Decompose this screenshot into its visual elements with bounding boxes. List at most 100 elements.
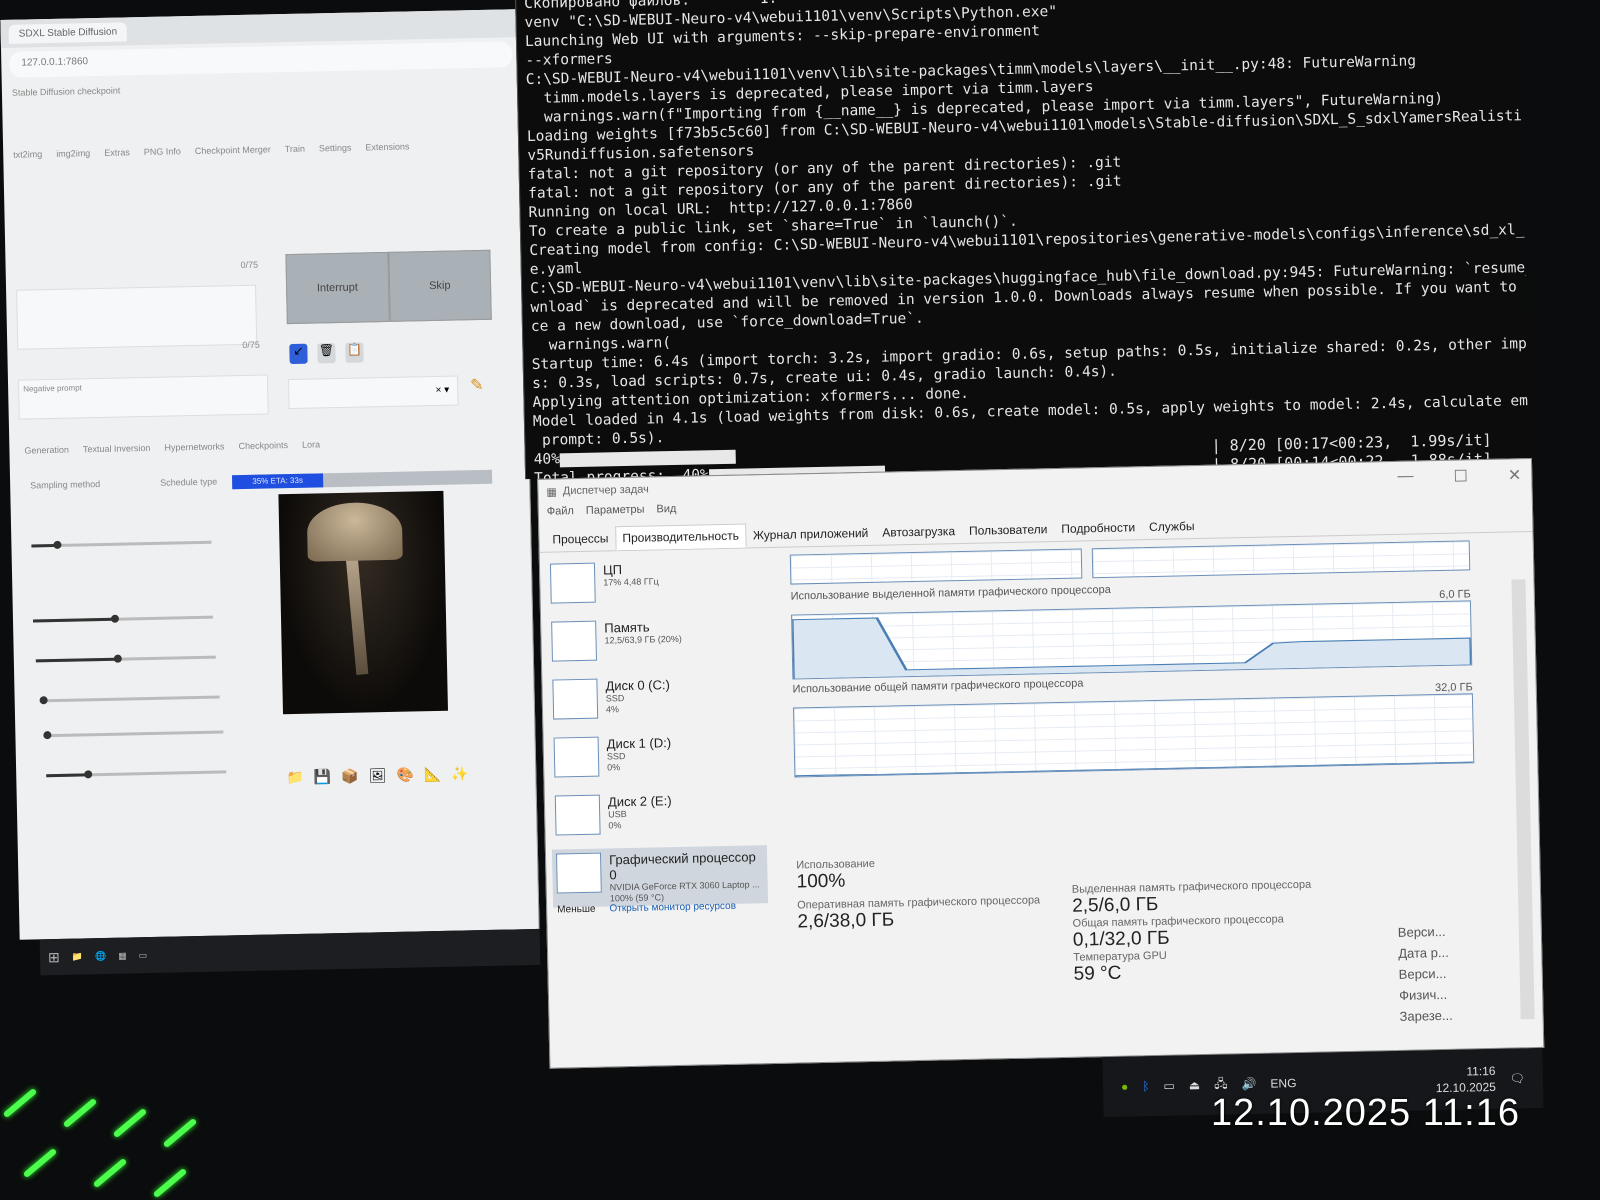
maximize-icon[interactable]: ☐: [1453, 466, 1468, 486]
perf-item-detail: 0%: [607, 762, 621, 773]
tab-hypernetworks[interactable]: Hypernetworks: [164, 441, 224, 452]
tab-performance[interactable]: Производительность: [615, 523, 747, 551]
menu-file[interactable]: Файл: [547, 505, 574, 518]
tab-details[interactable]: Подробности: [1054, 515, 1142, 541]
perf-item-detail: 12,5/63,9 ГБ (20%): [604, 633, 682, 646]
image-icon[interactable]: 🖼: [368, 767, 386, 784]
tab-checkpoints[interactable]: Checkpoints: [238, 440, 288, 451]
mushroom-cap: [306, 501, 403, 562]
save-icon[interactable]: 💾: [314, 768, 332, 785]
sampler-label: Sampling method: [30, 479, 101, 491]
perf-item[interactable]: Диск 0 (C:) SSD 4%: [548, 671, 764, 733]
perf-thumbnail-graph: [554, 794, 601, 836]
mushroom-stem: [345, 554, 369, 675]
start-icon[interactable]: ⊞: [48, 948, 60, 965]
generation-progress-bar: 35% ETA: 33s: [232, 469, 493, 490]
engine-graph: [1091, 540, 1471, 579]
taskbar-app-browser[interactable]: 🌐: [95, 950, 106, 961]
monitor-screen: SDXL Stable Diffusion 127.0.0.1:7860 Sta…: [0, 0, 1554, 1140]
perf-item[interactable]: Диск 2 (E:) USB 0%: [551, 787, 767, 849]
perf-item-name: Диск 0 (C:): [605, 677, 671, 694]
tab-extensions[interactable]: Extensions: [365, 141, 409, 152]
volume-icon[interactable]: 🔊: [1241, 1077, 1256, 1091]
generate-controls: Interrupt Skip: [285, 249, 492, 325]
tab-processes[interactable]: Процессы: [545, 526, 616, 551]
menu-view[interactable]: Вид: [656, 503, 676, 515]
read-params-icon[interactable]: ↙: [289, 343, 308, 365]
dedicated-memory-line: [790, 617, 1473, 679]
tab-services[interactable]: Службы: [1142, 514, 1202, 539]
palette-icon[interactable]: 🎨: [396, 767, 414, 784]
perf-thumbnail-graph: [552, 678, 599, 720]
cfg-scale-slider[interactable]: [46, 770, 227, 779]
gpu-detail-panel: Использование выделенной памяти графичес…: [789, 540, 1480, 1054]
perf-item[interactable]: Графический процессор 0 NVIDIA GeForce RT…: [551, 845, 769, 908]
menu-options[interactable]: Параметры: [586, 504, 645, 517]
tab-png-info[interactable]: PNG Info: [144, 146, 181, 157]
checkpoint-label-text: Stable Diffusion checkpoint: [11, 85, 121, 98]
batch-size-slider[interactable]: [43, 730, 224, 740]
taskbar-app-taskmgr[interactable]: ▦: [118, 950, 127, 961]
keyboard-backlight: [0, 1080, 300, 1200]
vertical-scrollbar[interactable]: [1511, 579, 1535, 1020]
zip-icon[interactable]: 📦: [341, 768, 359, 785]
notifications-icon[interactable]: 🗨: [1510, 1071, 1526, 1085]
driver-version-label: Верси...: [1397, 923, 1446, 940]
reserved-memory-label: Зарезе...: [1399, 1007, 1453, 1024]
interrupt-button[interactable]: Interrupt: [285, 251, 390, 325]
height-slider[interactable]: [35, 654, 216, 663]
sparkle-icon[interactable]: ✨: [451, 765, 469, 782]
performance-sidebar: ЦП 17% 4,48 ГГц Память 12,5/63,9 ГБ (20%) Ди…: [546, 555, 770, 999]
perf-item[interactable]: ЦП 17% 4,48 ГГц: [546, 555, 762, 617]
perf-item-detail: 17% 4,48 ГГц: [603, 576, 659, 588]
task-manager-window: ▦ Диспетчер задач — ☐ ✕ Файл Параметры Вид …: [537, 458, 1545, 1069]
tab-train[interactable]: Train: [285, 144, 305, 154]
display-icon[interactable]: ▭: [1163, 1079, 1175, 1093]
taskbar-app-explorer[interactable]: 📁: [72, 951, 83, 962]
perf-item-name: Диск 2 (E:): [607, 793, 672, 810]
browser-tab[interactable]: SDXL Stable Diffusion: [8, 21, 128, 44]
tab-txt2img[interactable]: txt2img: [13, 149, 42, 160]
tab-checkpoint-merger[interactable]: Checkpoint Merger: [195, 144, 271, 156]
perf-item[interactable]: Диск 1 (D:) SSD 0%: [549, 729, 765, 791]
perf-item[interactable]: Память 12,5/63,9 ГБ (20%): [547, 613, 763, 675]
tab-generation[interactable]: Generation: [24, 445, 69, 456]
clipboard-icon[interactable]: 📋: [345, 342, 364, 363]
folder-icon[interactable]: 📁: [286, 769, 304, 786]
tab-settings[interactable]: Settings: [319, 143, 352, 154]
physical-location-label: Физич...: [1398, 986, 1448, 1003]
tab-startup[interactable]: Автозагрузка: [875, 519, 962, 545]
usb-icon[interactable]: ⏏: [1189, 1078, 1201, 1092]
tab-app-history[interactable]: Журнал приложений: [746, 521, 876, 548]
edit-pencil-icon[interactable]: ✎: [470, 375, 484, 395]
skip-button[interactable]: Skip: [387, 249, 492, 322]
gpu-memory-value: 2,6/38,0 ГБ: [797, 909, 895, 933]
prompt-input[interactable]: [16, 284, 258, 350]
bluetooth-icon[interactable]: ᛒ: [1142, 1079, 1149, 1093]
usage-value: 100%: [796, 870, 846, 893]
terminal-output: Скопировано файлов: 1. venv "C:\SD-WEBUI-…: [524, 0, 1530, 451]
ruler-icon[interactable]: 📐: [424, 766, 442, 783]
tab-extras[interactable]: Extras: [104, 147, 130, 158]
sampling-steps-slider[interactable]: [31, 540, 212, 549]
trash-icon[interactable]: 🗑: [317, 343, 336, 364]
tab-lora[interactable]: Lora: [302, 439, 320, 449]
sampler-row: Sampling method Schedule type: [20, 470, 228, 496]
negative-prompt-input[interactable]: Negative prompt: [17, 374, 269, 420]
gpu-temp-value: 59 °C: [1073, 962, 1122, 985]
tab-img2img[interactable]: img2img: [56, 148, 90, 159]
language-indicator[interactable]: ENG: [1270, 1076, 1296, 1091]
nvidia-icon: ●: [1120, 1079, 1129, 1094]
styles-dropdown[interactable]: × ▾: [288, 375, 459, 410]
taskbar-app-terminal[interactable]: ▭: [139, 950, 148, 961]
fewer-details-button[interactable]: Меньше: [557, 904, 596, 916]
driver-date-label: Дата р...: [1398, 944, 1449, 961]
perf-thumbnail-graph: [551, 620, 597, 662]
batch-count-slider[interactable]: [39, 695, 220, 705]
tab-textual-inversion[interactable]: Textual Inversion: [83, 443, 151, 454]
width-slider[interactable]: [32, 614, 214, 623]
tab-users[interactable]: Пользователи: [962, 517, 1055, 543]
clock-time: 11:16: [1466, 1063, 1496, 1079]
close-icon[interactable]: ✕: [1508, 465, 1522, 485]
minimize-icon[interactable]: —: [1397, 468, 1413, 488]
